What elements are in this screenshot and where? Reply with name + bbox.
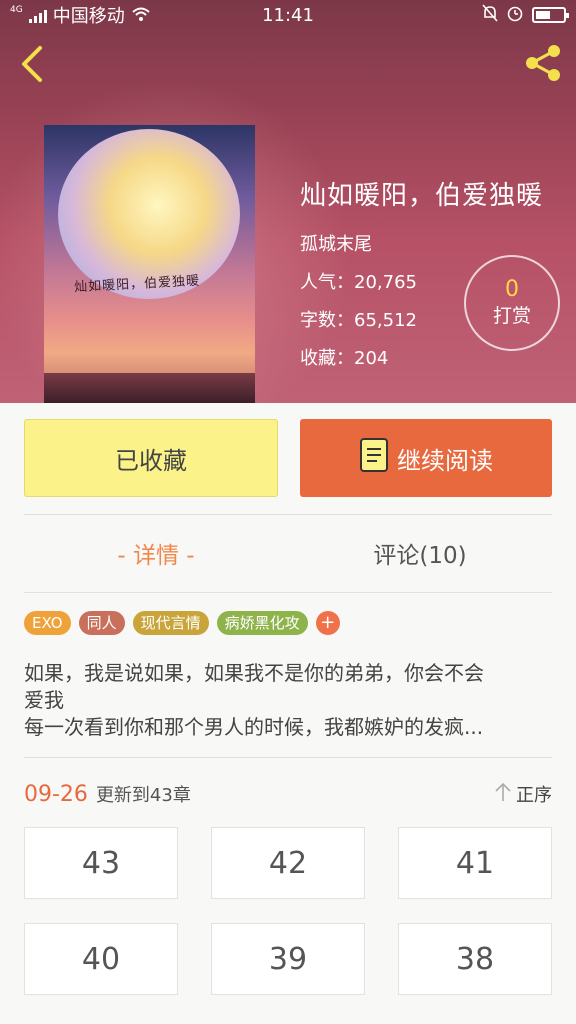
- continue-reading-label: 继续阅读: [397, 446, 493, 475]
- continue-reading-button[interactable]: 继续阅读: [300, 419, 552, 497]
- chapter-button[interactable]: 38: [398, 923, 552, 995]
- chapter-button[interactable]: 43: [24, 827, 178, 899]
- wifi-icon: [131, 5, 151, 26]
- share-icon: [522, 42, 564, 88]
- divider: [24, 514, 552, 515]
- network-type: 4G: [10, 5, 23, 15]
- synopsis-line: 爱我: [24, 688, 64, 712]
- update-date: 09-26: [24, 781, 88, 807]
- book-detail-screen: 灿如暖阳，伯爱独暖 灿如暖阳，伯爱独暖 孤城末尾 人气：20,765 字数：65…: [0, 0, 576, 1024]
- battery-icon: [532, 7, 569, 23]
- bell-mute-icon: [482, 3, 498, 27]
- tip-count: 0: [505, 277, 519, 302]
- chevron-left-icon: [20, 45, 44, 87]
- synopsis-line: 如果，我是说如果，如果我不是你的弟弟，你会不会: [24, 661, 484, 685]
- synopsis[interactable]: 如果，我是说如果，如果我不是你的弟弟，你会不会 爱我 每一次看到你和那个男人的时…: [24, 660, 552, 741]
- add-tag-button[interactable]: +: [315, 611, 340, 635]
- book-hero-banner: 灿如暖阳，伯爱独暖 灿如暖阳，伯爱独暖 孤城末尾 人气：20,765 字数：65…: [0, 0, 576, 403]
- status-right: [482, 3, 569, 27]
- arrow-up-icon: [494, 782, 512, 807]
- update-text: 更新到43章: [95, 785, 191, 806]
- synopsis-line: 每一次看到你和那个男人的时候，我都嫉妒的发疯...: [24, 715, 484, 739]
- carrier-name: 中国移动: [52, 6, 125, 27]
- tag-list: EXO 同人 现代言情 病娇黑化攻 +: [24, 611, 340, 635]
- share-button[interactable]: [520, 42, 566, 88]
- status-bar: 4G 中国移动 11:41: [0, 0, 576, 30]
- tag-modern-romance[interactable]: 现代言情: [132, 611, 209, 635]
- tip-button[interactable]: 0 打赏: [464, 255, 560, 351]
- chapter-button[interactable]: 39: [211, 923, 365, 995]
- cover-ground-art: [44, 373, 255, 403]
- chapter-button[interactable]: 40: [24, 923, 178, 995]
- book-cover: 灿如暖阳，伯爱独暖: [44, 125, 255, 403]
- divider: [24, 592, 552, 593]
- tab-comments[interactable]: 评论(10): [288, 536, 552, 576]
- divider: [24, 757, 552, 758]
- book-icon: [359, 437, 389, 479]
- chapter-button[interactable]: 42: [211, 827, 365, 899]
- sort-button[interactable]: 正序: [494, 781, 552, 807]
- status-left: 4G 中国移动: [10, 2, 151, 28]
- tag-exo[interactable]: EXO: [24, 611, 71, 635]
- sort-label: 正序: [516, 785, 552, 806]
- tag-fanfic[interactable]: 同人: [78, 611, 125, 635]
- update-row: 09-26 更新到43章 正序: [24, 778, 552, 810]
- tab-detail[interactable]: - 详情 -: [24, 536, 288, 576]
- back-button[interactable]: [12, 44, 52, 88]
- collect-button[interactable]: 已收藏: [24, 419, 278, 497]
- book-author[interactable]: 孤城末尾: [300, 230, 543, 256]
- signal-icon: [28, 7, 47, 23]
- chapter-button[interactable]: 41: [398, 827, 552, 899]
- tag-yandere[interactable]: 病娇黑化攻: [216, 611, 308, 635]
- tip-label: 打赏: [492, 305, 531, 327]
- book-title: 灿如暖阳，伯爱独暖: [300, 181, 544, 211]
- chapter-grid: 43 42 41 40 39 38: [24, 827, 552, 995]
- alarm-icon: [506, 4, 524, 27]
